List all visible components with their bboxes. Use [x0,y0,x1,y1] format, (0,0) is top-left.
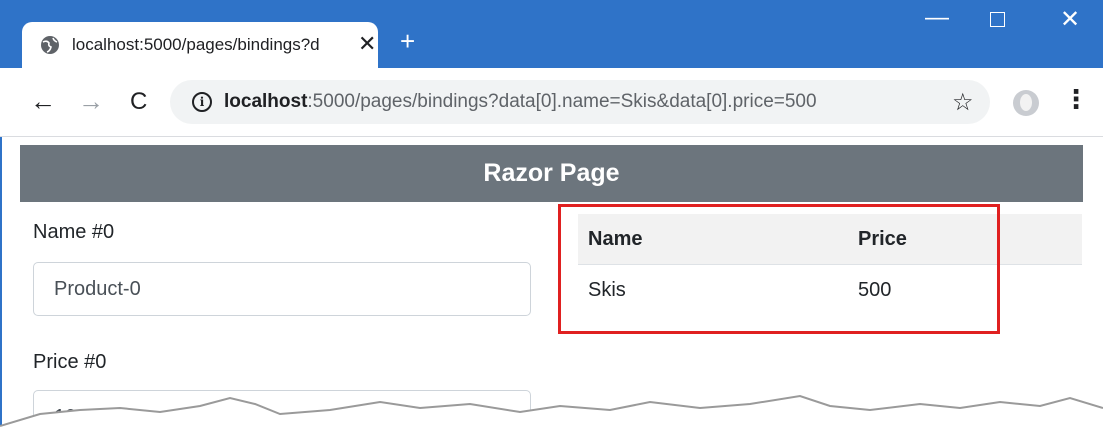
close-tab-icon[interactable]: ✕ [358,32,376,56]
profile-avatar-icon[interactable] [1013,90,1039,116]
new-tab-button[interactable]: + [400,28,415,54]
minimize-button[interactable]: — [925,6,949,30]
bookmark-star-icon[interactable]: ☆ [952,88,974,117]
info-icon[interactable]: i [192,92,212,112]
name-0-label: Name #0 [33,221,115,243]
url-host: localhost [224,91,308,112]
page-header: Razor Page [20,145,1083,202]
globe-icon [41,36,59,54]
close-window-button[interactable]: ✕ [1060,8,1080,32]
highlight-box [558,204,1000,334]
url-path: :5000/pages/bindings?data[0].name=Skis&d… [307,91,817,112]
name-0-input[interactable]: Product-0 [33,262,531,316]
torn-edge [0,394,1103,444]
url-text[interactable]: localhost:5000/pages/bindings?data[0].na… [224,91,817,113]
price-0-label: Price #0 [33,351,107,373]
back-icon[interactable]: ← [30,88,56,114]
maximize-button[interactable] [990,12,1005,27]
browser-tab[interactable]: localhost:5000/pages/bindings?d ✕ [22,22,378,68]
browser-titlebar: localhost:5000/pages/bindings?d ✕ + — ✕ [0,0,1103,68]
tab-title: localhost:5000/pages/bindings?d [72,35,320,54]
menu-icon[interactable]: ⋮ [1063,86,1089,112]
browser-toolbar: ← → C i localhost:5000/pages/bindings?da… [0,68,1103,137]
forward-icon[interactable]: → [78,88,104,114]
reload-icon[interactable]: C [130,89,147,115]
address-bar[interactable]: i localhost:5000/pages/bindings?data[0].… [170,80,990,124]
